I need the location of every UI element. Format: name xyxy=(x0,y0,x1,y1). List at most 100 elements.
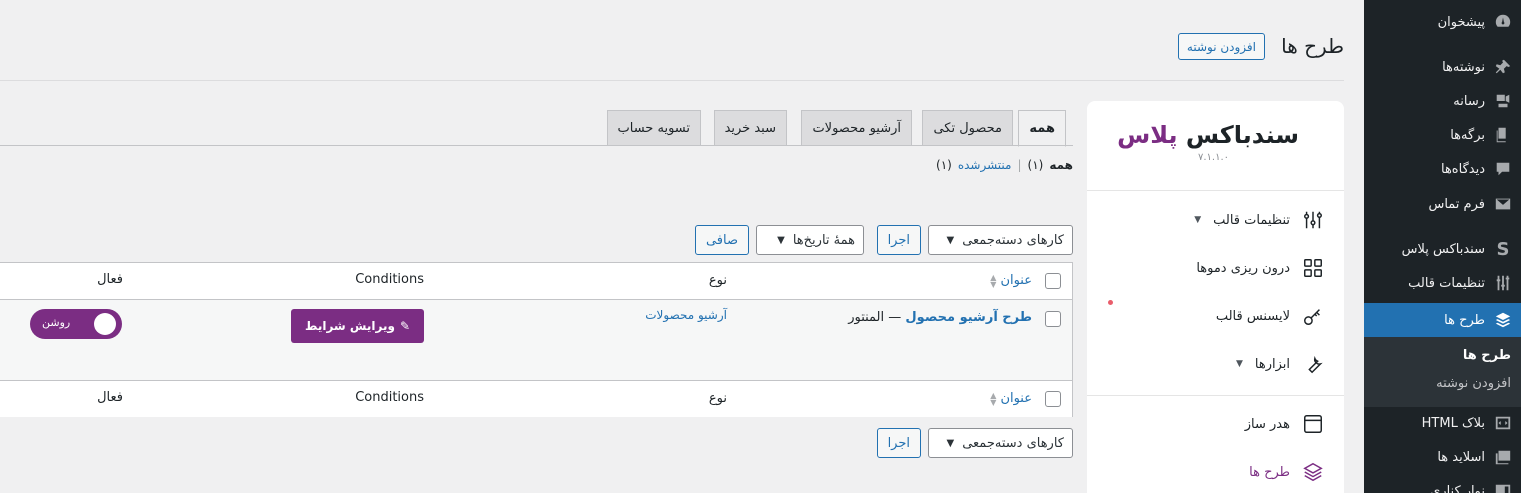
panel-item-header-builder[interactable]: هدر ساز xyxy=(1245,413,1324,435)
panel-item-label: ابزارها xyxy=(1254,356,1290,372)
wrench-icon xyxy=(1308,355,1323,374)
row-title-link[interactable]: طرح آرشیو محصول xyxy=(905,310,1032,325)
grid-icon xyxy=(1304,259,1322,277)
tab-cart[interactable]: سبد خرید xyxy=(713,110,787,146)
column-type: نوع xyxy=(708,273,727,288)
panel-divider xyxy=(1087,190,1344,191)
panel-item-theme-settings[interactable]: تنظیمات قالب ▼ xyxy=(1194,209,1324,231)
select-all-checkbox[interactable] xyxy=(1045,391,1061,407)
menu-label: رسانه xyxy=(1453,93,1485,109)
sandbox-s-icon: S xyxy=(1496,238,1510,260)
active-toggle[interactable]: روشن xyxy=(30,309,122,339)
filter-separator: | xyxy=(1017,158,1022,172)
key-icon xyxy=(1304,309,1320,325)
column-title-label: عنوان xyxy=(1000,273,1032,288)
sort-icon: ▲ ▼ xyxy=(990,390,997,407)
templates-table: عنوان▲ ▼ نوع Conditions فعال طرح آرشیو مح… xyxy=(0,262,1073,417)
dates-select[interactable]: همهٔ تاریخ‌ها ▼ xyxy=(756,225,864,255)
tab-all[interactable]: همه xyxy=(1018,110,1066,147)
tab-checkout[interactable]: تسویه حساب xyxy=(606,110,701,146)
tab-single-product[interactable]: محصول تکی xyxy=(922,110,1013,146)
theme-logo[interactable]: سندباکس پلاس xyxy=(1117,121,1299,149)
panel-item-tools[interactable]: ابزارها ▼ xyxy=(1236,353,1324,375)
filter-all[interactable]: همه xyxy=(1049,158,1073,172)
bulk-apply-button-bottom[interactable]: اجرا xyxy=(876,428,921,458)
menu-item-theme-settings[interactable]: تنظیمات قالب xyxy=(1364,266,1521,300)
column-title-sort[interactable]: عنوان▲ ▼ xyxy=(990,273,1032,288)
menu-item-templates[interactable]: طرح ها xyxy=(1356,303,1521,337)
panel-item-demo-import[interactable]: درون ریزی دموها xyxy=(1196,257,1324,279)
submenu-templates[interactable]: طرح ها xyxy=(1463,348,1511,363)
edit-conditions-button[interactable]: ✎ ویرایش شرایط xyxy=(291,309,424,343)
logo-part1: سندباکس xyxy=(1185,121,1299,149)
menu-label: برگه‌ها xyxy=(1450,127,1485,143)
toggle-knob xyxy=(94,313,116,335)
panel-item-license[interactable]: لایسنس قالب xyxy=(1216,305,1324,327)
filter-all-count: (۱) xyxy=(1027,158,1044,172)
dates-value: همهٔ تاریخ‌ها xyxy=(792,232,855,248)
panel-item-label: لایسنس قالب xyxy=(1215,308,1290,324)
pencil-icon: ✎ xyxy=(399,319,410,333)
pin-icon xyxy=(1485,58,1521,76)
column-type: نوع xyxy=(708,391,727,406)
sliders-icon xyxy=(1485,274,1521,292)
notification-dot xyxy=(1108,300,1113,305)
row-checkbox[interactable] xyxy=(1045,311,1061,327)
column-active: فعال xyxy=(97,272,123,287)
table-header: عنوان▲ ▼ نوع Conditions فعال xyxy=(0,263,1072,300)
chevron-down-icon: ▼ xyxy=(1235,359,1243,369)
panel-item-label: هدر ساز xyxy=(1244,416,1290,432)
chevron-down-icon: ▼ xyxy=(777,234,785,246)
menu-item-pages[interactable]: برگه‌ها xyxy=(1364,118,1521,152)
theme-panel: سندباکس پلاس ۷.۱.۱.۰ تنظیمات قالب ▼ درون… xyxy=(1087,101,1344,493)
window-icon xyxy=(1304,415,1322,433)
column-title-sort[interactable]: عنوان▲ ▼ xyxy=(990,391,1032,406)
media-icon xyxy=(1485,92,1521,110)
sliders-icon xyxy=(1304,211,1322,229)
menu-item-dashboard[interactable]: پیشخوان xyxy=(1364,5,1521,39)
column-active: فعال xyxy=(97,390,123,405)
menu-item-media[interactable]: رسانه xyxy=(1364,84,1521,118)
menu-label: پیشخوان xyxy=(1437,14,1485,30)
mail-icon xyxy=(1485,195,1521,213)
menu-label: سندباکس پلاس xyxy=(1401,241,1485,257)
panel-item-label: طرح ها xyxy=(1249,464,1290,480)
panel-item-label: تنظیمات قالب xyxy=(1213,212,1290,228)
column-conditions: Conditions xyxy=(355,272,424,287)
comments-icon xyxy=(1485,160,1521,178)
status-filters: همه (۱) | منتشرشده (۱) xyxy=(936,158,1073,172)
select-all-checkbox[interactable] xyxy=(1045,273,1061,289)
tabs-baseline xyxy=(0,145,1073,146)
menu-item-comments[interactable]: دیدگاه‌ها xyxy=(1364,152,1521,186)
submenu-add-new[interactable]: افزودن نوشته xyxy=(1436,376,1511,391)
menu-item-sidebar[interactable]: نوار کناری xyxy=(1364,474,1521,493)
filter-button[interactable]: صافی xyxy=(694,225,749,255)
add-new-button[interactable]: افزودن نوشته xyxy=(1177,33,1265,60)
dashboard-icon xyxy=(1485,13,1521,31)
layers-icon xyxy=(1485,311,1521,329)
menu-item-posts[interactable]: نوشته‌ها xyxy=(1364,50,1521,84)
menu-label: نوشته‌ها xyxy=(1442,59,1485,75)
bulk-actions-select-bottom[interactable]: کارهای دسته‌جمعی ▼ xyxy=(928,428,1073,458)
row-title-cell: طرح آرشیو محصول — المنتور xyxy=(848,310,1032,325)
toggle-label: روشن xyxy=(42,316,71,329)
sort-icon: ▲ ▼ xyxy=(990,272,997,289)
panel-item-templates[interactable]: طرح ها xyxy=(1249,461,1324,483)
menu-item-sandbox-plus[interactable]: S سندباکس پلاس xyxy=(1364,232,1521,266)
menu-item-slides[interactable]: اسلاید ها xyxy=(1364,440,1521,474)
menu-label: فرم تماس xyxy=(1428,196,1485,212)
table-footer: عنوان▲ ▼ نوع Conditions فعال xyxy=(0,380,1072,417)
admin-sidebar: پیشخوان نوشته‌ها رسانه برگه‌ها دیدگاه‌ها… xyxy=(1356,0,1521,493)
html-icon xyxy=(1485,414,1521,432)
menu-label: نوار کناری xyxy=(1430,483,1485,493)
theme-version: ۷.۱.۱.۰ xyxy=(1197,152,1229,163)
tab-product-archive[interactable]: آرشیو محصولات xyxy=(801,110,912,146)
bulk-apply-button[interactable]: اجرا xyxy=(876,225,921,255)
row-type-link[interactable]: آرشیو محصولات xyxy=(645,308,727,322)
table-row: طرح آرشیو محصول — المنتور آرشیو محصولات … xyxy=(0,300,1072,380)
menu-item-html-block[interactable]: بلاک HTML xyxy=(1364,406,1521,440)
menu-label: اسلاید ها xyxy=(1437,449,1485,465)
filter-published[interactable]: منتشرشده xyxy=(958,158,1012,172)
bulk-actions-select[interactable]: کارهای دسته‌جمعی ▼ xyxy=(928,225,1073,255)
menu-item-contact-form[interactable]: فرم تماس xyxy=(1364,187,1521,221)
